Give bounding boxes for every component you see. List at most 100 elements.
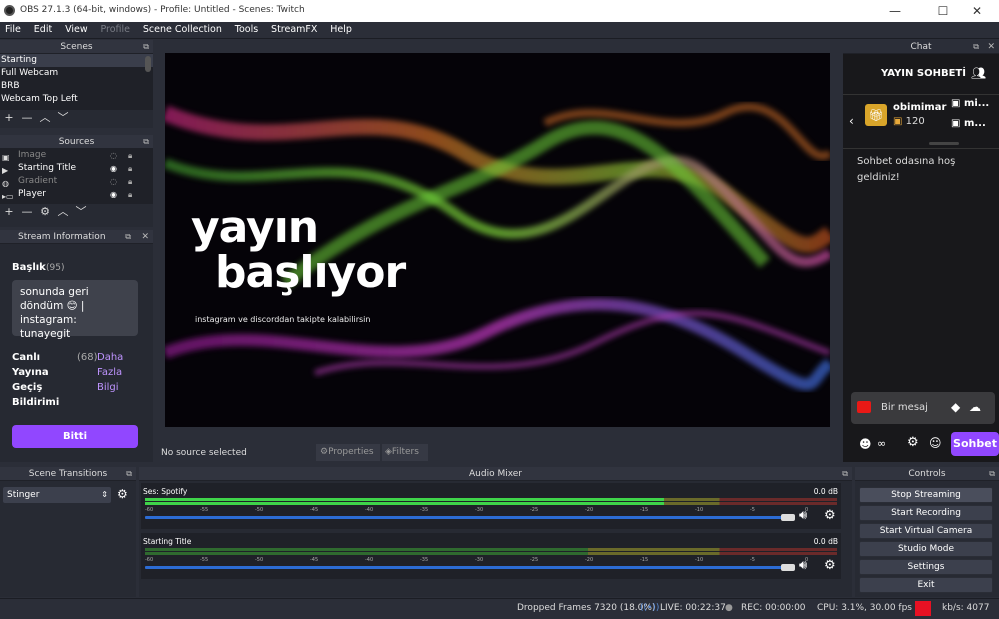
menu-edit[interactable]: Edit (29, 22, 57, 37)
scenes-scrollbar[interactable] (145, 56, 151, 72)
move-down-icon[interactable]: ﹀ (72, 204, 90, 219)
float-icon[interactable]: ⧉ (126, 467, 132, 481)
chat-send-button[interactable]: Sohbet (951, 432, 999, 456)
channel-name: Ses: Spotify (143, 487, 188, 496)
audio-mixer-title: Audio Mixer (469, 469, 522, 479)
float-icon[interactable]: ⧉ (973, 40, 979, 54)
menu-streamfx[interactable]: StreamFX (266, 22, 322, 37)
lock-icon[interactable]: 🔒︎ (128, 188, 132, 201)
float-icon[interactable]: ⧉ (842, 467, 848, 481)
remove-icon[interactable]: — (18, 110, 36, 125)
meter-tick-label: -50 (255, 507, 264, 513)
float-icon[interactable]: ⧉ (143, 40, 149, 54)
title-input[interactable]: sonunda geri döndüm 😊 | instagram: tunay… (12, 280, 138, 340)
meter-tick-label: -35 (420, 557, 429, 563)
chat-placeholder: Bir mesaj (881, 402, 928, 413)
eye-closed-icon[interactable]: ◌ (110, 149, 117, 162)
lock-icon[interactable]: 🔒︎ (128, 149, 132, 162)
lock-icon[interactable]: 🔒︎ (128, 162, 132, 175)
bits-icon[interactable]: ◆ (951, 400, 960, 414)
remove-icon[interactable]: — (18, 204, 36, 219)
source-row[interactable]: ▶ Starting Title ◉ 🔒︎ (0, 162, 153, 175)
controls-title: Controls (908, 469, 946, 479)
obs-logo-icon (4, 5, 15, 16)
stream-info-dock: Stream Information ⧉ ✕ Başlık (95) sonunda… (0, 230, 153, 462)
title-label: Başlık (12, 262, 46, 273)
more-info-link-2[interactable]: Fazla (97, 367, 122, 378)
stream-health-indicator (915, 601, 931, 616)
close-icon[interactable]: ✕ (141, 230, 149, 244)
gear-icon[interactable]: ⚙ (824, 508, 836, 523)
infinity-label: ∞ (877, 437, 887, 450)
start-recording-button[interactable]: Start Recording (859, 505, 993, 521)
menu-tools[interactable]: Tools (230, 22, 263, 37)
filters-button[interactable]: ◈Filters (382, 444, 428, 461)
move-down-icon[interactable]: ﹀ (54, 110, 72, 125)
title-bar: OBS 27.1.3 (64-bit, windows) - Profile: … (0, 0, 999, 22)
menu-scene-collection[interactable]: Scene Collection (138, 22, 227, 37)
menu-profile[interactable]: Profile (95, 22, 135, 37)
chat-dock: Chat ⧉ ✕ YAYIN SOHBETİ 👥︎ ‹ 🎁︎ obimimar ▣ … (843, 40, 999, 462)
add-icon[interactable]: + (0, 204, 18, 219)
move-up-icon[interactable]: ︿ (54, 204, 72, 219)
live-time: LIVE: 00:22:37 (660, 603, 726, 613)
float-icon[interactable]: ⧉ (125, 230, 131, 244)
volume-slider[interactable] (145, 516, 785, 519)
scene-item[interactable]: Starting (0, 54, 153, 67)
scene-item[interactable]: BRB (0, 80, 153, 93)
source-row[interactable]: ▸▭ Player ◉ 🔒︎ (0, 188, 153, 201)
sources-dock: Sources ⧉ ▣ Image ◌ 🔒︎ ▶ Starting Title ◉ 🔒︎ ◍ G… (0, 135, 153, 227)
close-button[interactable]: ✕ (962, 3, 992, 19)
transition-select[interactable]: Stinger ⇕ (3, 487, 111, 503)
eye-icon[interactable]: ◉ (110, 188, 117, 201)
stop-streaming-button[interactable]: Stop Streaming (859, 487, 993, 503)
move-up-icon[interactable]: ︿ (36, 110, 54, 125)
exit-button[interactable]: Exit (859, 577, 993, 593)
emoji-icon[interactable]: ☺ (929, 436, 942, 450)
eye-icon[interactable]: ◉ (110, 162, 117, 175)
scene-item[interactable]: Webcam Top Left (0, 93, 153, 106)
chat-input[interactable]: Bir mesaj ◆ ☁ (851, 392, 995, 424)
volume-slider-handle[interactable] (781, 514, 795, 521)
gifter-name: obimimar (893, 102, 947, 113)
chevron-left-icon[interactable]: ‹ (849, 114, 854, 128)
gear-icon[interactable]: ⚙ (907, 435, 919, 450)
gear-icon[interactable]: ⚙ (117, 487, 128, 501)
studio-mode-button[interactable]: Studio Mode (859, 541, 993, 557)
add-icon[interactable]: + (0, 110, 18, 125)
start-virtual-camera-button[interactable]: Start Virtual Camera (859, 523, 993, 539)
gear-icon[interactable]: ⚙ (36, 204, 54, 219)
volume-slider-handle[interactable] (781, 564, 795, 571)
source-row[interactable]: ◍ Gradient ◌ 🔒︎ (0, 175, 153, 188)
properties-button[interactable]: ⚙Properties (316, 444, 380, 461)
menu-view[interactable]: View (60, 22, 93, 37)
preview-canvas[interactable]: yayın başlıyor instagram ve discorddan t… (165, 53, 830, 427)
volume-slider[interactable] (145, 566, 785, 569)
volume-meter (145, 548, 837, 551)
scene-item[interactable]: Full Webcam (0, 67, 153, 80)
transitions-dock: Scene Transitions ⧉ Stinger ⇕ ⚙ (0, 467, 136, 597)
float-icon[interactable]: ⧉ (143, 135, 149, 149)
eye-closed-icon[interactable]: ◌ (110, 175, 117, 188)
menu-help[interactable]: Help (325, 22, 357, 37)
emote-icon[interactable]: ☁ (969, 400, 981, 414)
more-info-link-3[interactable]: Bilgi (97, 382, 119, 393)
settings-button[interactable]: Settings (859, 559, 993, 575)
scenes-dock: Scenes ⧉ Starting Full Webcam BRB Webcam … (0, 40, 153, 128)
preview-title-line2: başlıyor (215, 247, 406, 298)
gear-icon[interactable]: ⚙ (824, 558, 836, 573)
close-icon[interactable]: ✕ (987, 40, 995, 54)
done-button[interactable]: Bitti (12, 425, 138, 448)
lock-icon[interactable]: 🔒︎ (128, 175, 132, 188)
maximize-button[interactable]: ☐ (928, 3, 958, 19)
more-info-link[interactable]: Daha (97, 352, 123, 363)
transitions-title: Scene Transitions (28, 469, 108, 479)
minimize-button[interactable]: — (880, 3, 910, 19)
no-source-label: No source selected (161, 448, 247, 458)
meter-tick-label: -10 (695, 507, 704, 513)
menu-file[interactable]: File (0, 22, 26, 37)
source-row[interactable]: ▣ Image ◌ 🔒︎ (0, 149, 153, 162)
users-icon[interactable]: 👥︎ (971, 66, 986, 80)
float-icon[interactable]: ⧉ (989, 467, 995, 481)
gift-icon: ▣ (951, 98, 964, 109)
